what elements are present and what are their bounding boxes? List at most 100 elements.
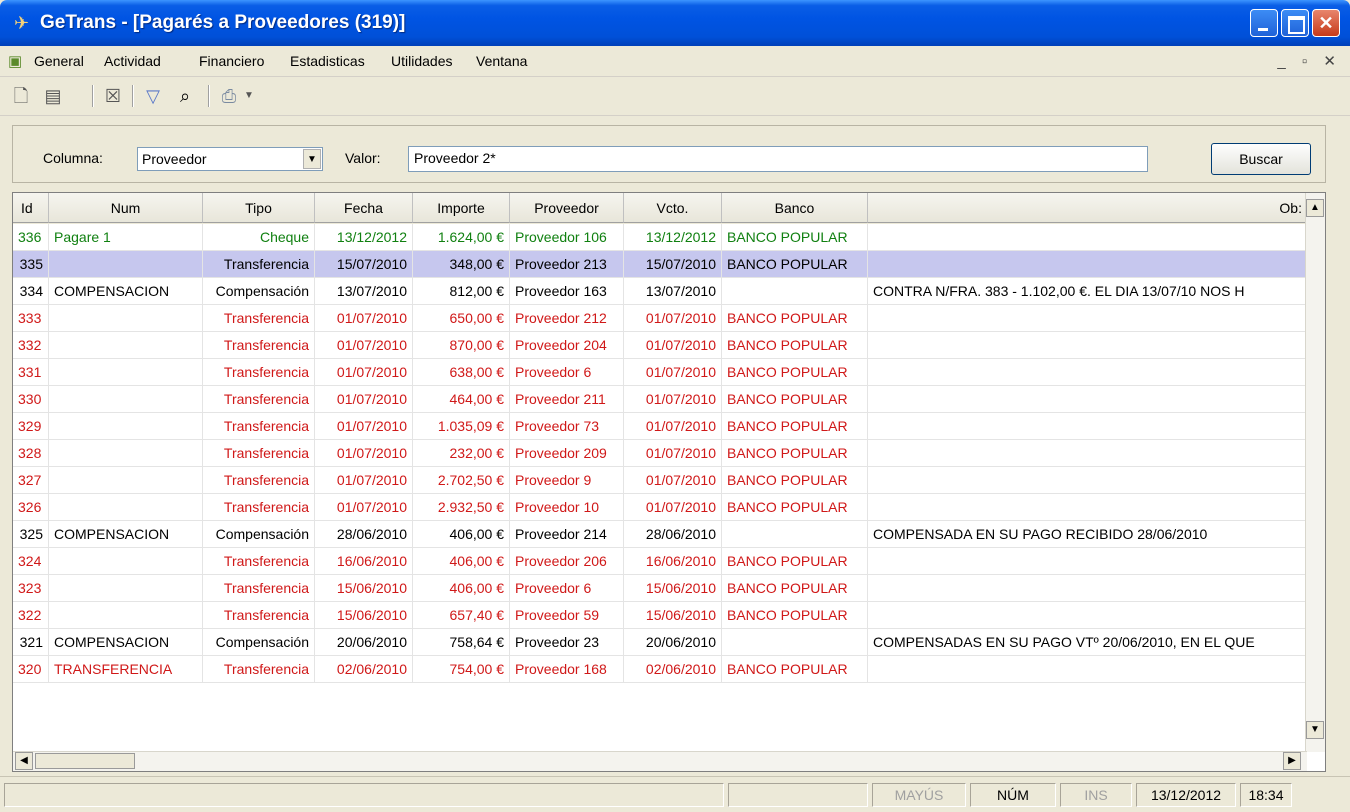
cell-vcto[interactable]: 13/07/2010: [624, 278, 722, 304]
cell-vcto[interactable]: 01/07/2010: [624, 413, 722, 439]
cell-vcto[interactable]: 20/06/2010: [624, 629, 722, 655]
cell-num[interactable]: TRANSFERENCIA: [49, 656, 203, 682]
cell-tipo[interactable]: Transferencia: [203, 656, 315, 682]
cell-tipo[interactable]: Transferencia: [203, 494, 315, 520]
cell-importe[interactable]: 638,00 €: [413, 359, 510, 385]
header-vcto[interactable]: Vcto.: [624, 193, 722, 223]
cell-fecha[interactable]: 01/07/2010: [315, 413, 413, 439]
cell-obs[interactable]: [868, 440, 1307, 466]
cell-banco[interactable]: BANCO POPULAR: [722, 548, 868, 574]
minimize-button[interactable]: [1250, 9, 1278, 37]
cell-num[interactable]: [49, 251, 203, 277]
cell-num[interactable]: COMPENSACION: [49, 521, 203, 547]
title-bar[interactable]: ✈ GeTrans - [Pagarés a Proveedores (319)…: [0, 0, 1350, 46]
cell-vcto[interactable]: 15/06/2010: [624, 575, 722, 601]
properties-icon[interactable]: ▤: [40, 83, 66, 109]
cell-proveedor[interactable]: Proveedor 163: [510, 278, 624, 304]
cell-vcto[interactable]: 15/06/2010: [624, 602, 722, 628]
cell-fecha[interactable]: 01/07/2010: [315, 386, 413, 412]
cell-fecha[interactable]: 02/06/2010: [315, 656, 413, 682]
cell-vcto[interactable]: 01/07/2010: [624, 332, 722, 358]
cell-id[interactable]: 330: [13, 386, 49, 412]
cell-importe[interactable]: 657,40 €: [413, 602, 510, 628]
scroll-up-icon[interactable]: ▲: [1306, 199, 1324, 217]
cell-obs[interactable]: [868, 224, 1307, 250]
cell-id[interactable]: 323: [13, 575, 49, 601]
cell-num[interactable]: [49, 467, 203, 493]
cell-banco[interactable]: BANCO POPULAR: [722, 575, 868, 601]
table-row[interactable]: 330 Transferencia 01/07/2010 464,00 € Provee…: [13, 386, 1307, 413]
cell-importe[interactable]: 232,00 €: [413, 440, 510, 466]
table-row[interactable]: 324 Transferencia 16/06/2010 406,00 € Provee…: [13, 548, 1307, 575]
cell-num[interactable]: COMPENSACION: [49, 278, 203, 304]
table-row[interactable]: 325 COMPENSACION Compensación 28/06/2010 406…: [13, 521, 1307, 548]
table-row[interactable]: 322 Transferencia 15/06/2010 657,40 € Provee…: [13, 602, 1307, 629]
cell-proveedor[interactable]: Proveedor 209: [510, 440, 624, 466]
table-row[interactable]: 336 Pagare 1 Cheque 13/12/2012 1.624,00 € Pro…: [13, 224, 1307, 251]
cell-tipo[interactable]: Compensación: [203, 278, 315, 304]
cell-importe[interactable]: 406,00 €: [413, 521, 510, 547]
header-obs[interactable]: Ob:: [868, 193, 1307, 223]
cell-num[interactable]: [49, 332, 203, 358]
cell-importe[interactable]: 812,00 €: [413, 278, 510, 304]
cell-num[interactable]: [49, 413, 203, 439]
new-icon[interactable]: 🗋: [8, 83, 34, 109]
cell-importe[interactable]: 406,00 €: [413, 548, 510, 574]
cell-importe[interactable]: 754,00 €: [413, 656, 510, 682]
cell-obs[interactable]: [868, 656, 1307, 682]
cell-obs[interactable]: [868, 413, 1307, 439]
cell-proveedor[interactable]: Proveedor 211: [510, 386, 624, 412]
cell-id[interactable]: 324: [13, 548, 49, 574]
close-button[interactable]: ✕: [1312, 9, 1340, 37]
cell-tipo[interactable]: Transferencia: [203, 386, 315, 412]
table-row[interactable]: 320 TRANSFERENCIA Transferencia 02/06/2010 7…: [13, 656, 1307, 683]
cell-banco[interactable]: BANCO POPULAR: [722, 602, 868, 628]
chevron-down-icon[interactable]: ▼: [303, 149, 321, 169]
cell-tipo[interactable]: Transferencia: [203, 332, 315, 358]
cell-num[interactable]: [49, 440, 203, 466]
value-input[interactable]: Proveedor 2*: [408, 146, 1148, 172]
menu-estadisticas[interactable]: Estadisticas: [290, 53, 365, 69]
cell-fecha[interactable]: 16/06/2010: [315, 548, 413, 574]
cell-id[interactable]: 336: [13, 224, 49, 250]
cell-banco[interactable]: BANCO POPULAR: [722, 386, 868, 412]
cell-importe[interactable]: 406,00 €: [413, 575, 510, 601]
mdi-controls[interactable]: _ ▫ ✕: [1277, 52, 1342, 70]
cell-vcto[interactable]: 01/07/2010: [624, 305, 722, 331]
cell-id[interactable]: 331: [13, 359, 49, 385]
cell-id[interactable]: 326: [13, 494, 49, 520]
cell-proveedor[interactable]: Proveedor 73: [510, 413, 624, 439]
cell-fecha[interactable]: 01/07/2010: [315, 494, 413, 520]
cell-fecha[interactable]: 01/07/2010: [315, 305, 413, 331]
cell-id[interactable]: 327: [13, 467, 49, 493]
cell-banco[interactable]: BANCO POPULAR: [722, 305, 868, 331]
cell-obs[interactable]: [868, 467, 1307, 493]
table-row[interactable]: 323 Transferencia 15/06/2010 406,00 € Provee…: [13, 575, 1307, 602]
cell-banco[interactable]: BANCO POPULAR: [722, 224, 868, 250]
cell-importe[interactable]: 348,00 €: [413, 251, 510, 277]
cell-proveedor[interactable]: Proveedor 212: [510, 305, 624, 331]
cell-importe[interactable]: 2.932,50 €: [413, 494, 510, 520]
cell-tipo[interactable]: Cheque: [203, 224, 315, 250]
cell-num[interactable]: [49, 548, 203, 574]
cell-num[interactable]: [49, 386, 203, 412]
search-button[interactable]: Buscar: [1211, 143, 1311, 175]
cell-id[interactable]: 329: [13, 413, 49, 439]
header-fecha[interactable]: Fecha: [315, 193, 413, 223]
header-num[interactable]: Num: [49, 193, 203, 223]
cell-proveedor[interactable]: Proveedor 10: [510, 494, 624, 520]
cell-fecha[interactable]: 01/07/2010: [315, 332, 413, 358]
cell-vcto[interactable]: 02/06/2010: [624, 656, 722, 682]
table-row[interactable]: 329 Transferencia 01/07/2010 1.035,09 € Prov…: [13, 413, 1307, 440]
cell-num[interactable]: Pagare 1: [49, 224, 203, 250]
cell-proveedor[interactable]: Proveedor 6: [510, 359, 624, 385]
cell-vcto[interactable]: 13/12/2012: [624, 224, 722, 250]
cell-id[interactable]: 334: [13, 278, 49, 304]
cell-vcto[interactable]: 01/07/2010: [624, 494, 722, 520]
menu-actividad[interactable]: Actividad: [104, 53, 161, 69]
cell-proveedor[interactable]: Proveedor 59: [510, 602, 624, 628]
table-row[interactable]: 333 Transferencia 01/07/2010 650,00 € Provee…: [13, 305, 1307, 332]
cell-obs[interactable]: COMPENSADA EN SU PAGO RECIBIDO 28/06/201…: [868, 521, 1307, 547]
cell-banco[interactable]: [722, 629, 868, 655]
cell-obs[interactable]: [868, 602, 1307, 628]
